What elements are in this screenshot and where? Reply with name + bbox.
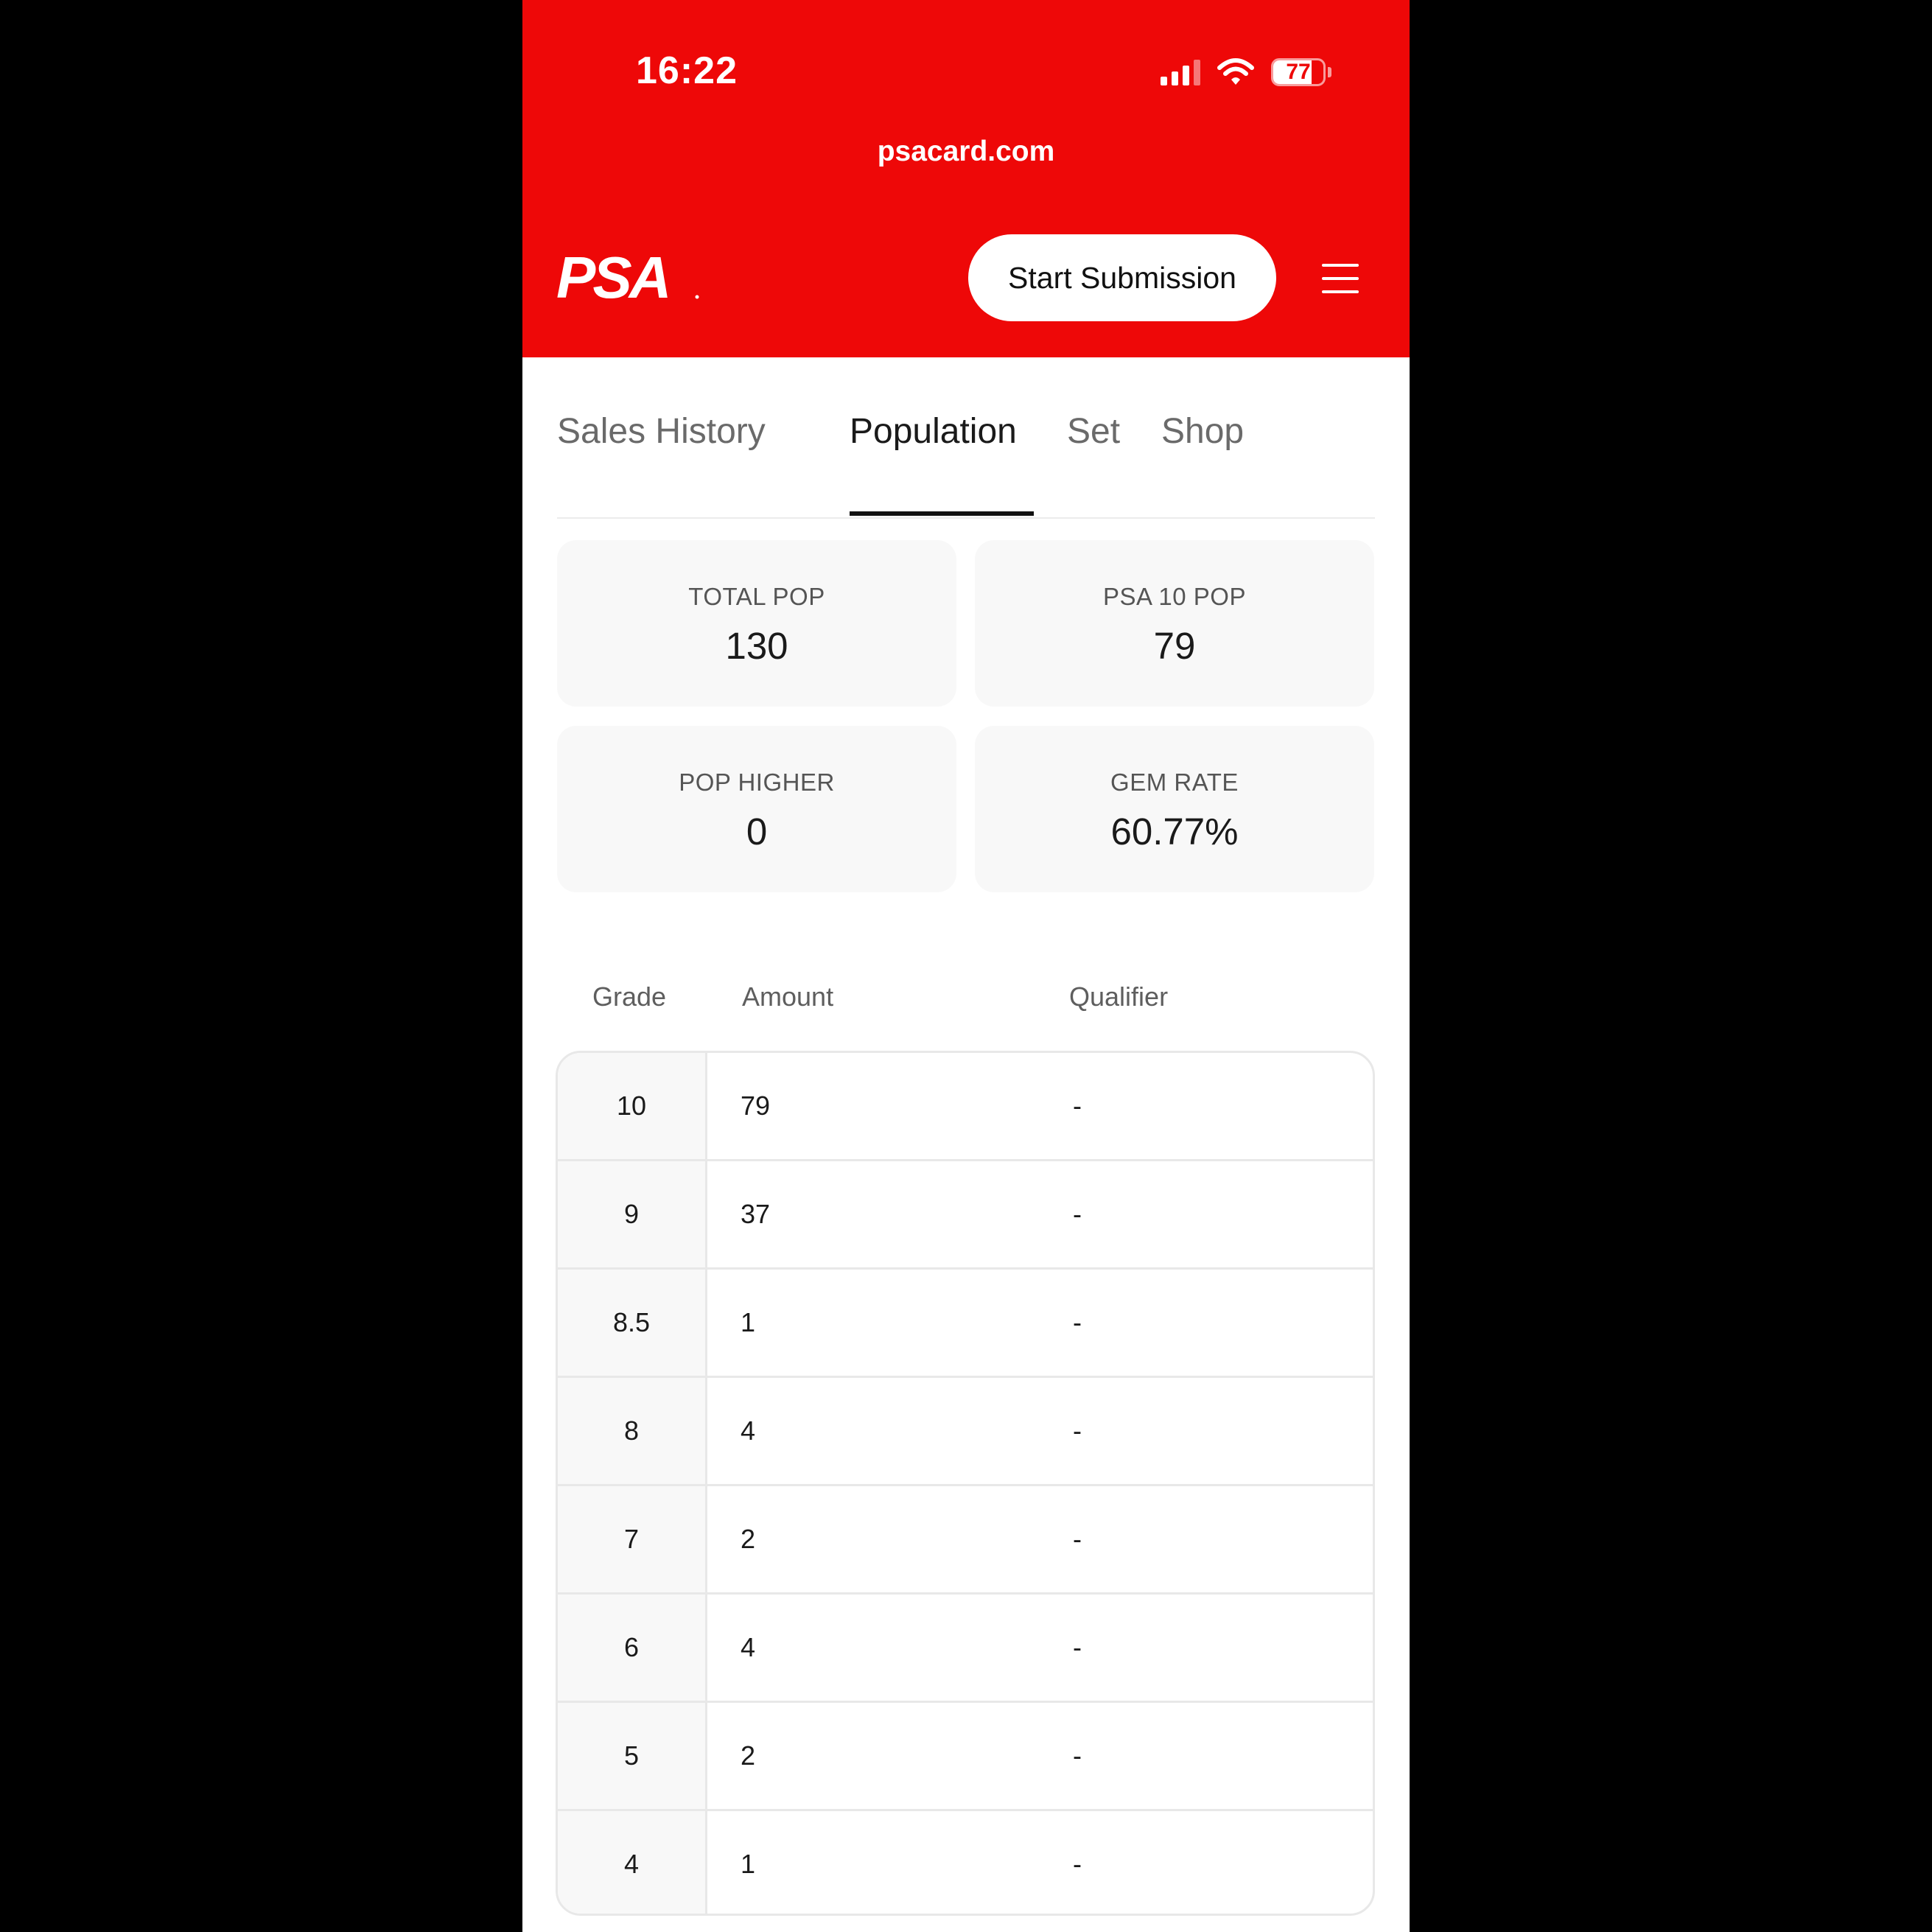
table-row: 9 37 - — [558, 1161, 1373, 1270]
qualifier-cell: - — [1073, 1849, 1082, 1879]
stat-card-gem-rate: GEM RATE 60.77% — [975, 726, 1374, 892]
hamburger-menu-icon[interactable] — [1322, 262, 1360, 295]
stat-label: GEM RATE — [1110, 769, 1239, 796]
active-tab-indicator — [850, 511, 1034, 516]
amount-cell: 4 — [741, 1632, 756, 1662]
table-row: 4 1 - — [558, 1811, 1373, 1914]
population-table: 10 79 - 9 37 - 8.5 1 - 8 4 - 7 2 - 6 4 -… — [556, 1051, 1375, 1916]
tab-set[interactable]: Set — [1067, 411, 1120, 452]
battery-group: 77 — [1271, 58, 1331, 86]
grade-cell: 8 — [623, 1415, 640, 1446]
amount-cell: 1 — [741, 1307, 756, 1337]
start-submission-button[interactable]: Start Submission — [968, 234, 1276, 321]
qualifier-cell: - — [1073, 1415, 1082, 1446]
tab-sales-history[interactable]: Sales History — [557, 411, 766, 452]
amount-cell: 37 — [741, 1199, 771, 1229]
amount-cell: 4 — [741, 1415, 756, 1446]
amount-cell: 2 — [741, 1740, 756, 1771]
site-header: 16:22 77 psacard.com PSA Start Submissio… — [522, 0, 1410, 357]
signal-icon — [1161, 59, 1200, 85]
tab-population[interactable]: Population — [850, 411, 1017, 452]
grade-cell: 8.5 — [612, 1307, 651, 1337]
amount-cell: 1 — [741, 1849, 756, 1879]
amount-cell: 2 — [741, 1524, 756, 1554]
table-row: 7 2 - — [558, 1486, 1373, 1595]
stat-value: 60.77% — [1110, 811, 1239, 853]
grade-cell: 10 — [616, 1091, 647, 1121]
grade-cell: 5 — [623, 1740, 640, 1771]
qualifier-cell: - — [1073, 1740, 1082, 1771]
qualifier-cell: - — [1073, 1307, 1082, 1337]
grade-cell: 6 — [623, 1632, 640, 1662]
table-row: 8 4 - — [558, 1378, 1373, 1486]
stat-value: 0 — [746, 811, 768, 853]
psa-logo[interactable]: PSA — [556, 245, 701, 310]
amount-cell: 79 — [741, 1091, 771, 1121]
qualifier-cell: - — [1073, 1199, 1082, 1229]
stat-label: TOTAL POP — [688, 583, 825, 610]
stat-card-pop-higher: POP HIGHER 0 — [557, 726, 956, 892]
stat-value: 130 — [725, 625, 788, 667]
column-header-grade: Grade — [592, 981, 667, 1012]
phone-viewport: 16:22 77 psacard.com PSA Start Submissio… — [522, 0, 1410, 1932]
grade-cell: 9 — [623, 1199, 640, 1229]
grade-cell: 7 — [623, 1524, 640, 1554]
status-time: 16:22 — [636, 49, 738, 92]
grade-cell: 4 — [623, 1849, 640, 1879]
table-row: 8.5 1 - — [558, 1270, 1373, 1378]
qualifier-cell: - — [1073, 1632, 1082, 1662]
tab-shop[interactable]: Shop — [1161, 411, 1244, 452]
table-row: 6 4 - — [558, 1595, 1373, 1703]
column-header-amount: Amount — [742, 981, 834, 1012]
wifi-icon — [1217, 58, 1254, 85]
address-bar-url[interactable]: psacard.com — [522, 136, 1410, 168]
stat-card-psa10-pop: PSA 10 POP 79 — [975, 540, 1374, 707]
column-header-qualifier: Qualifier — [1069, 981, 1169, 1012]
table-row: 5 2 - — [558, 1703, 1373, 1811]
qualifier-cell: - — [1073, 1091, 1082, 1121]
table-row: 10 79 - — [558, 1053, 1373, 1161]
status-icons: 77 — [1161, 56, 1331, 88]
stat-label: POP HIGHER — [679, 769, 835, 796]
qualifier-cell: - — [1073, 1524, 1082, 1554]
stat-card-total-pop: TOTAL POP 130 — [557, 540, 956, 707]
battery-icon: 77 — [1271, 58, 1326, 86]
logo-text: PSA — [556, 251, 669, 304]
tab-bar: Sales History Population Set Shop — [557, 398, 1375, 519]
screen: 16:22 77 psacard.com PSA Start Submissio… — [0, 0, 1932, 1932]
battery-level: 77 — [1286, 60, 1311, 84]
stat-label: PSA 10 POP — [1103, 583, 1246, 610]
stat-value: 79 — [1153, 625, 1196, 667]
